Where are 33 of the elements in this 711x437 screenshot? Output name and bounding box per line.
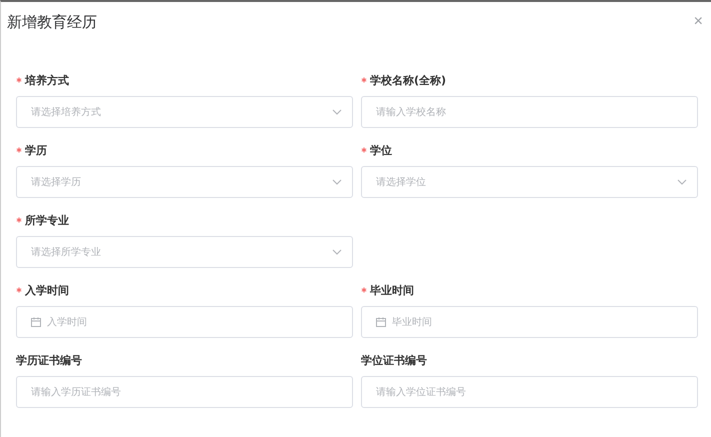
input-field[interactable]: 请输入学位证书编号 bbox=[361, 376, 698, 408]
field-label: 入学时间 bbox=[25, 282, 69, 298]
field-label: 所学专业 bbox=[25, 212, 69, 228]
field-label: 学历证书编号 bbox=[16, 352, 82, 368]
chevron-down-icon bbox=[677, 179, 687, 185]
field-label: 培养方式 bbox=[25, 72, 69, 88]
text-input[interactable]: 请输入学校名称 bbox=[376, 106, 687, 118]
text-input[interactable]: 请选择学历 bbox=[31, 176, 326, 188]
field-label: 学历 bbox=[25, 142, 47, 158]
close-button[interactable]: × bbox=[692, 14, 705, 30]
field-label: 学位 bbox=[370, 142, 392, 158]
input-field[interactable]: 请输入学校名称 bbox=[361, 96, 698, 128]
calendar-icon bbox=[31, 317, 41, 327]
text-input[interactable]: 请选择所学专业 bbox=[31, 246, 326, 258]
input-field[interactable]: 请输入学历证书编号 bbox=[16, 376, 353, 408]
chevron-down-icon bbox=[332, 109, 342, 115]
select-field[interactable]: 请选择学历 bbox=[16, 166, 353, 198]
chevron-down-icon bbox=[332, 179, 342, 185]
text-input[interactable]: 入学时间 bbox=[47, 316, 342, 328]
field-label: 学校名称(全称) bbox=[370, 72, 446, 88]
dialog-title: 新增教育经历 bbox=[7, 12, 97, 32]
date-field[interactable]: 入学时间 bbox=[16, 306, 353, 338]
field-label: 学位证书编号 bbox=[361, 352, 427, 368]
chevron-down-icon bbox=[332, 249, 342, 255]
text-input[interactable]: 请选择学位 bbox=[376, 176, 671, 188]
text-input[interactable]: 毕业时间 bbox=[392, 316, 687, 328]
select-field[interactable]: 请选择学位 bbox=[361, 166, 698, 198]
calendar-icon bbox=[376, 317, 386, 327]
field-label: 毕业时间 bbox=[370, 282, 414, 298]
date-field[interactable]: 毕业时间 bbox=[361, 306, 698, 338]
text-input[interactable]: 请输入学历证书编号 bbox=[31, 386, 342, 398]
select-field[interactable]: 请选择所学专业 bbox=[16, 236, 353, 268]
text-input[interactable]: 请输入学位证书编号 bbox=[376, 386, 687, 398]
